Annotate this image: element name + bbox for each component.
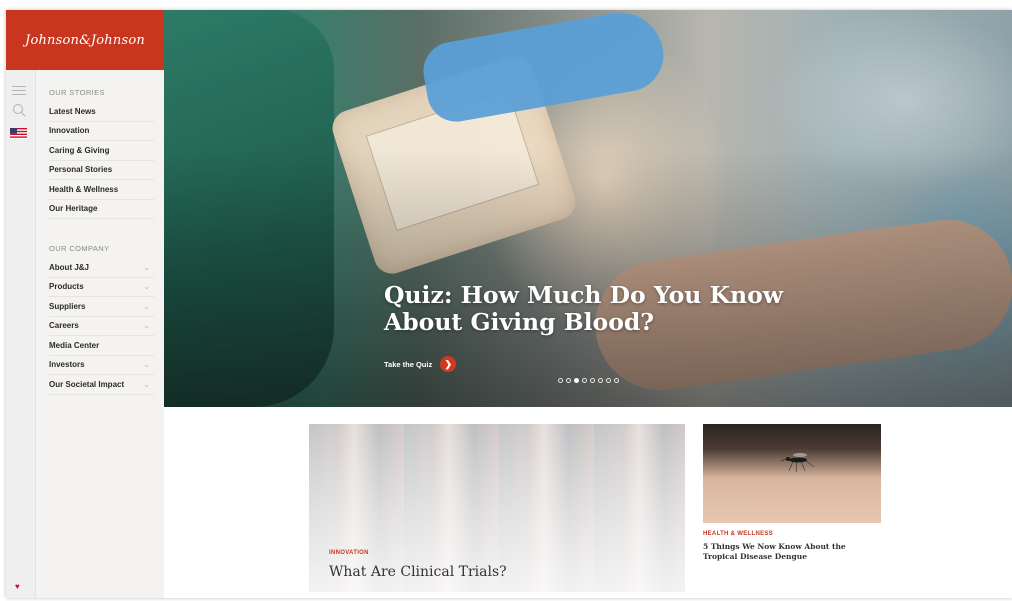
mosquito-icon: [781, 453, 815, 472]
nav-heading-stories: OUR STORIES: [49, 88, 105, 97]
chevron-down-icon: ⌄: [143, 282, 150, 292]
chevron-right-icon[interactable]: ❯: [440, 356, 457, 372]
nav-heading-company: OUR COMPANY: [49, 244, 110, 253]
carousel-dot[interactable]: [614, 378, 619, 383]
chevron-down-icon: ⌄: [143, 379, 150, 389]
story-card-clinical-trials[interactable]: INNOVATION What Are Clinical Trials?: [309, 424, 685, 592]
take-quiz-link[interactable]: Take the Quiz ❯: [384, 356, 457, 372]
sidebar-item-careers[interactable]: Careers ⌄: [49, 317, 154, 336]
hero-banner[interactable]: Quiz: How Much Do You Know About Giving …: [164, 10, 1012, 407]
our-stories-section: OUR STORIES Latest News Innovation Carin…: [49, 84, 154, 219]
sidebar-item-suppliers[interactable]: Suppliers ⌄: [49, 297, 154, 317]
carousel-dot[interactable]: [606, 378, 611, 383]
sidebar-item-societal-impact[interactable]: Our Societal Impact ⌄: [49, 375, 154, 395]
card-title[interactable]: 5 Things We Now Know About the Tropical …: [703, 542, 881, 562]
hero-title: Quiz: How Much Do You Know About Giving …: [384, 281, 783, 336]
chevron-down-icon: ⌄: [143, 360, 150, 370]
carousel-dot[interactable]: [566, 378, 571, 383]
carousel-dot-active[interactable]: [574, 378, 579, 383]
logo[interactable]: Johnson&Johnson: [6, 10, 164, 70]
our-company-section: OUR COMPANY About J&J ⌄ Products ⌄ Supplie…: [49, 240, 154, 395]
card-title[interactable]: What Are Clinical Trials?: [329, 564, 507, 580]
sidebar-item-products[interactable]: Products ⌄: [49, 278, 154, 297]
carousel-dot[interactable]: [558, 378, 563, 383]
sidebar-item-about[interactable]: About J&J ⌄: [49, 258, 154, 278]
icon-rail: ♥: [6, 10, 36, 598]
card-category: INNOVATION: [329, 550, 369, 556]
story-card-dengue[interactable]: HEALTH & WELLNESS 5 Things We Now Know A…: [703, 424, 881, 562]
menu-icon[interactable]: [12, 86, 26, 98]
logo-text: Johnson&Johnson: [25, 32, 145, 48]
sidebar-item-latest-news[interactable]: Latest News: [49, 102, 154, 122]
sidebar-item-caring-giving[interactable]: Caring & Giving: [49, 141, 154, 161]
carousel-dots: [558, 378, 619, 383]
sidebar-item-personal-stories[interactable]: Personal Stories: [49, 161, 154, 180]
take-quiz-label: Take the Quiz: [384, 359, 433, 369]
heart-icon: ♥: [15, 582, 20, 591]
sidebar-item-our-heritage[interactable]: Our Heritage: [49, 200, 154, 219]
us-flag-icon[interactable]: [10, 128, 27, 139]
chevron-down-icon: ⌄: [143, 262, 150, 272]
card-category: HEALTH & WELLNESS: [703, 531, 773, 537]
chevron-down-icon: ⌄: [143, 301, 150, 311]
browser-page: ♥ Johnson&Johnson OUR STORIES Latest New…: [6, 10, 1012, 598]
carousel-dot[interactable]: [590, 378, 595, 383]
card-image-mosquito: [703, 424, 881, 523]
sidebar-item-innovation[interactable]: Innovation: [49, 122, 154, 141]
carousel-dot[interactable]: [598, 378, 603, 383]
chevron-down-icon: ⌄: [143, 321, 150, 331]
sidebar-item-media-center[interactable]: Media Center: [49, 336, 154, 356]
sidebar-item-investors[interactable]: Investors ⌄: [49, 356, 154, 375]
sidebar-nav: Johnson&Johnson OUR STORIES Latest News …: [6, 10, 164, 598]
search-icon[interactable]: [11, 102, 27, 118]
sidebar-item-health-wellness[interactable]: Health & Wellness: [49, 180, 154, 200]
carousel-dot[interactable]: [582, 378, 587, 383]
